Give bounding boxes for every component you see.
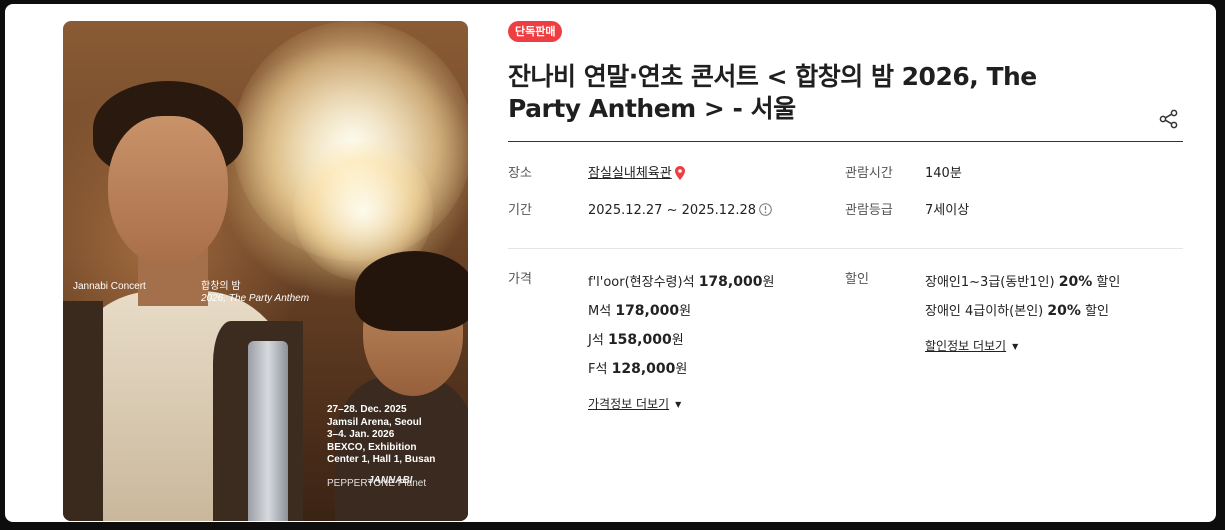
venue-row: 잠실실내체육관 bbox=[588, 164, 685, 187]
price-item: F석 128,000원 bbox=[588, 361, 688, 377]
share-icon[interactable] bbox=[1158, 108, 1180, 130]
period-label: 기간 bbox=[508, 203, 532, 218]
age-label: 관람등급 bbox=[845, 203, 893, 218]
caret-down-icon: ▼ bbox=[1012, 342, 1019, 351]
poster-concert-name: Jannabi Concert bbox=[73, 281, 146, 292]
section-divider bbox=[508, 248, 1183, 249]
caret-down-icon: ▼ bbox=[675, 400, 682, 409]
discount-more-link[interactable]: 할인정보 더보기 ▼ bbox=[925, 337, 1018, 356]
price-label: 가격 bbox=[508, 272, 532, 287]
product-panel: Jannabi Concert 합창의 밤 2026, The Party An… bbox=[5, 4, 1216, 522]
page-title: 잔나비 연말·연초 콘서트 < 합창의 밤 2026, The Party An… bbox=[508, 62, 1037, 123]
price-item: J석 158,000원 bbox=[588, 332, 684, 348]
price-item: M석 178,000원 bbox=[588, 303, 692, 319]
poster-logo-jannabi: JANNABI bbox=[368, 475, 413, 486]
title-divider bbox=[508, 141, 1183, 142]
price-item: f'l'oor(현장수령)석 178,000원 bbox=[588, 274, 775, 290]
poster-image: Jannabi Concert 합창의 밤 2026, The Party An… bbox=[63, 21, 468, 521]
exclusive-badge: 단독판매 bbox=[508, 21, 563, 42]
map-pin-icon[interactable] bbox=[674, 166, 685, 187]
age-value: 7세이상 bbox=[925, 203, 970, 218]
poster-dates: 27–28. Dec. 2025 Jamsil Arena, Seoul 3–4… bbox=[327, 404, 436, 465]
discount-label: 할인 bbox=[845, 272, 869, 287]
duration-label: 관람시간 bbox=[845, 166, 893, 181]
poster-korean-title: 합창의 밤 bbox=[201, 281, 241, 292]
venue-link[interactable]: 잠실실내체육관 bbox=[588, 166, 672, 181]
venue-label: 장소 bbox=[508, 166, 532, 181]
duration-value: 140분 bbox=[925, 166, 962, 181]
discount-item: 장애인 4급이하(본인) 20% 할인 bbox=[925, 303, 1109, 319]
period-value: 2025.12.27 ~ 2025.12.28 bbox=[588, 203, 757, 218]
discount-item: 장애인1~3급(동반1인) 20% 할인 bbox=[925, 274, 1121, 290]
info-icon[interactable] bbox=[759, 203, 772, 223]
period-row: 2025.12.27 ~ 2025.12.28 bbox=[588, 201, 772, 223]
poster-subtitle: 2026, The Party Anthem bbox=[201, 293, 310, 304]
price-more-link[interactable]: 가격정보 더보기 ▼ bbox=[588, 395, 681, 414]
